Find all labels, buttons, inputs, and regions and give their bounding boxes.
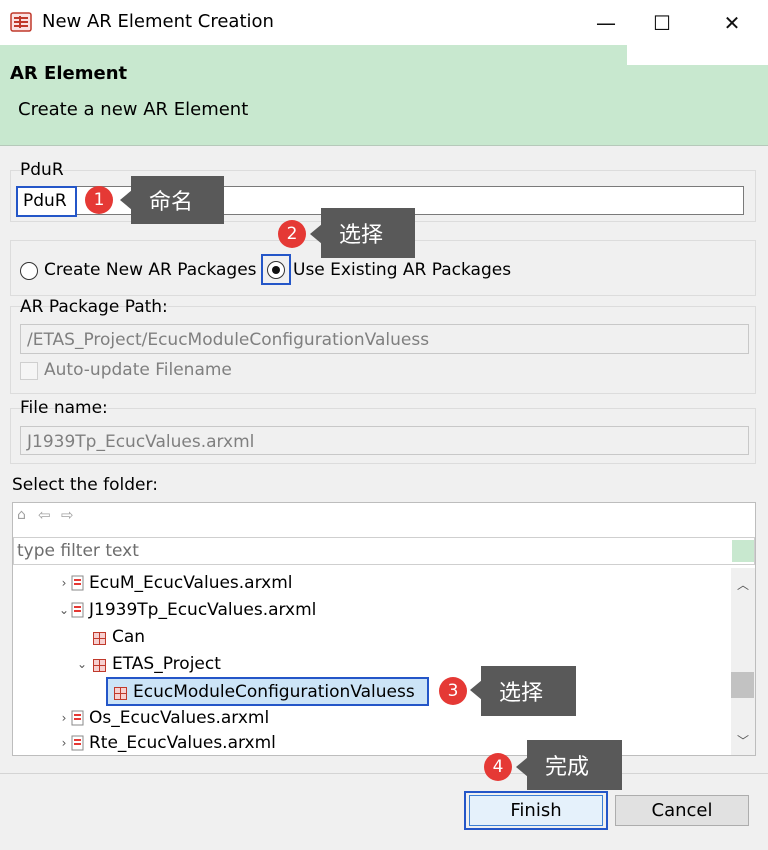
radio-use-existing-label[interactable]: Use Existing AR Packages — [293, 260, 511, 280]
callout-badge: 2 — [278, 220, 306, 248]
callout-badge: 3 — [439, 677, 467, 705]
radio-create-new[interactable] — [20, 262, 38, 280]
file-name-label: File name: — [20, 398, 108, 418]
tree-item-label: EcucModuleConfigurationValuess — [133, 681, 415, 702]
auto-update-label: Auto-update Filename — [44, 360, 232, 380]
file-name-field: J1939Tp_EcucValues.arxml — [20, 426, 749, 455]
close-button[interactable]: ✕ — [704, 0, 760, 45]
chevron-right-icon[interactable]: › — [57, 576, 71, 590]
callout-badge: 1 — [85, 186, 113, 214]
title-bar: New AR Element Creation — ☐ ✕ — [0, 0, 768, 45]
name-input-value[interactable]: PduR — [16, 186, 77, 217]
tree-item[interactable]: ⌄ J1939Tp_EcucValues.arxml — [57, 596, 316, 623]
window-title: New AR Element Creation — [42, 11, 274, 32]
tree-item-label: Rte_EcucValues.arxml — [89, 733, 276, 753]
chevron-right-icon[interactable]: › — [57, 711, 71, 725]
callout-label: 完成 — [527, 740, 622, 790]
back-icon[interactable]: ⇦ — [38, 506, 51, 524]
scrollbar-thumb[interactable] — [731, 672, 754, 698]
tree-item[interactable]: › Rte_EcucValues.arxml — [57, 731, 276, 755]
callout-label: 选择 — [481, 666, 576, 716]
package-icon — [114, 685, 127, 700]
cancel-button[interactable]: Cancel — [615, 795, 749, 826]
tree-item[interactable]: › Os_EcucValues.arxml — [57, 704, 270, 731]
name-group-label: PduR — [20, 160, 64, 180]
callout-badge: 4 — [484, 753, 512, 781]
callout-label: 选择 — [321, 208, 415, 258]
tree-item[interactable]: ⌄ ETAS_Project — [75, 650, 221, 677]
home-icon[interactable]: ⌂ — [17, 507, 26, 523]
package-icon — [93, 630, 106, 645]
tree-item-label: ETAS_Project — [112, 653, 221, 674]
radio-use-existing[interactable] — [267, 261, 285, 279]
finish-button[interactable]: Finish — [469, 795, 603, 826]
banner-title: AR Element — [10, 63, 128, 84]
scroll-down-icon[interactable]: ﹀ — [737, 732, 749, 749]
file-icon — [71, 710, 85, 726]
radio-create-new-label[interactable]: Create New AR Packages — [44, 260, 257, 280]
package-path-label: AR Package Path: — [20, 297, 168, 317]
package-icon — [93, 657, 106, 672]
select-folder-label: Select the folder: — [12, 475, 158, 495]
minimize-button[interactable]: — — [578, 0, 634, 45]
tree-item-label: J1939Tp_EcucValues.arxml — [89, 599, 317, 620]
footer-divider — [0, 773, 768, 774]
app-icon — [10, 12, 32, 32]
chevron-right-icon[interactable]: › — [57, 736, 71, 750]
chevron-down-icon[interactable]: ⌄ — [57, 603, 71, 617]
filter-clear-icon[interactable] — [732, 540, 754, 562]
package-path-field: /ETAS_Project/EcucModuleConfigurationVal… — [20, 324, 749, 354]
header-banner: AR Element Create a new AR Element — [0, 45, 768, 146]
auto-update-checkbox[interactable] — [20, 362, 38, 380]
tree-item[interactable]: › EcuM_EcucValues.arxml — [57, 569, 293, 596]
file-icon — [71, 575, 85, 591]
filter-placeholder: type filter text — [17, 541, 139, 561]
scroll-up-icon[interactable]: ︿ — [737, 576, 749, 593]
tree-item-label: EcuM_EcucValues.arxml — [89, 572, 293, 593]
tree-item-selected[interactable]: EcucModuleConfigurationValuess — [106, 677, 429, 706]
chevron-down-icon[interactable]: ⌄ — [75, 657, 89, 671]
forward-icon[interactable]: ⇨ — [61, 506, 74, 524]
file-icon — [71, 602, 85, 618]
tree-item[interactable]: Can — [93, 623, 145, 650]
banner-subtitle: Create a new AR Element — [18, 99, 249, 120]
filter-input[interactable]: type filter text — [13, 537, 755, 565]
vertical-scrollbar[interactable]: ︿ ﹀ — [731, 568, 755, 755]
file-icon — [71, 735, 85, 751]
tree-item-label: Os_EcucValues.arxml — [89, 707, 270, 728]
tree-item-label: Can — [112, 626, 146, 647]
maximize-button[interactable]: ☐ — [634, 0, 690, 45]
callout-label: 命名 — [131, 176, 224, 224]
